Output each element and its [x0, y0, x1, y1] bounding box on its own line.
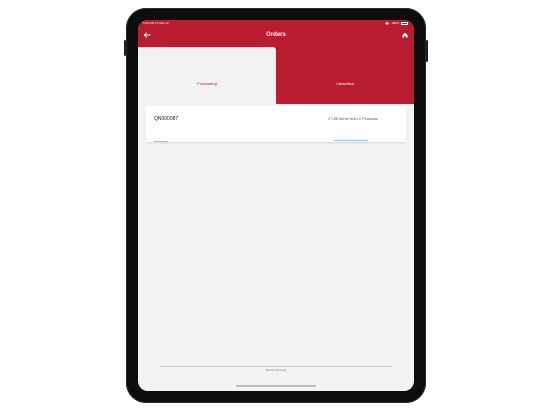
- battery-icon: [401, 22, 408, 25]
- tab-cancelled-label: Cancelled: [336, 81, 354, 86]
- order-status-line: [154, 141, 168, 142]
- footer-text: Nestle Connect: [265, 368, 287, 372]
- order-card[interactable]: QN000087 27.85 items from 2 Products: [146, 106, 406, 142]
- status-time: 5:36 PM: [143, 21, 155, 25]
- power-button: [426, 40, 428, 62]
- battery-percentage: 100%: [391, 21, 399, 25]
- volume-button: [124, 40, 126, 56]
- tab-processing[interactable]: Processing: [138, 47, 276, 104]
- page-title: Orders: [266, 32, 286, 38]
- home-indicator: [236, 385, 316, 387]
- footer-divider: [160, 366, 392, 367]
- home-icon[interactable]: [400, 30, 410, 40]
- order-summary: 27.85 items from 2 Products: [327, 116, 378, 121]
- status-date: Fri Mar 23: [155, 21, 169, 25]
- order-details-link[interactable]: [334, 140, 368, 141]
- order-tabs: Processing Cancelled: [138, 47, 414, 104]
- status-bar: 5:36 PM Fri Mar 23 100%: [138, 20, 414, 27]
- order-number: QN000087: [154, 116, 179, 122]
- navigation-bar: Orders: [138, 27, 414, 47]
- wifi-icon: [385, 22, 390, 25]
- tab-processing-label: Processing: [197, 81, 217, 86]
- app-screen: 5:36 PM Fri Mar 23 100% Orders Processin…: [138, 20, 414, 391]
- tab-cancelled[interactable]: Cancelled: [276, 47, 414, 104]
